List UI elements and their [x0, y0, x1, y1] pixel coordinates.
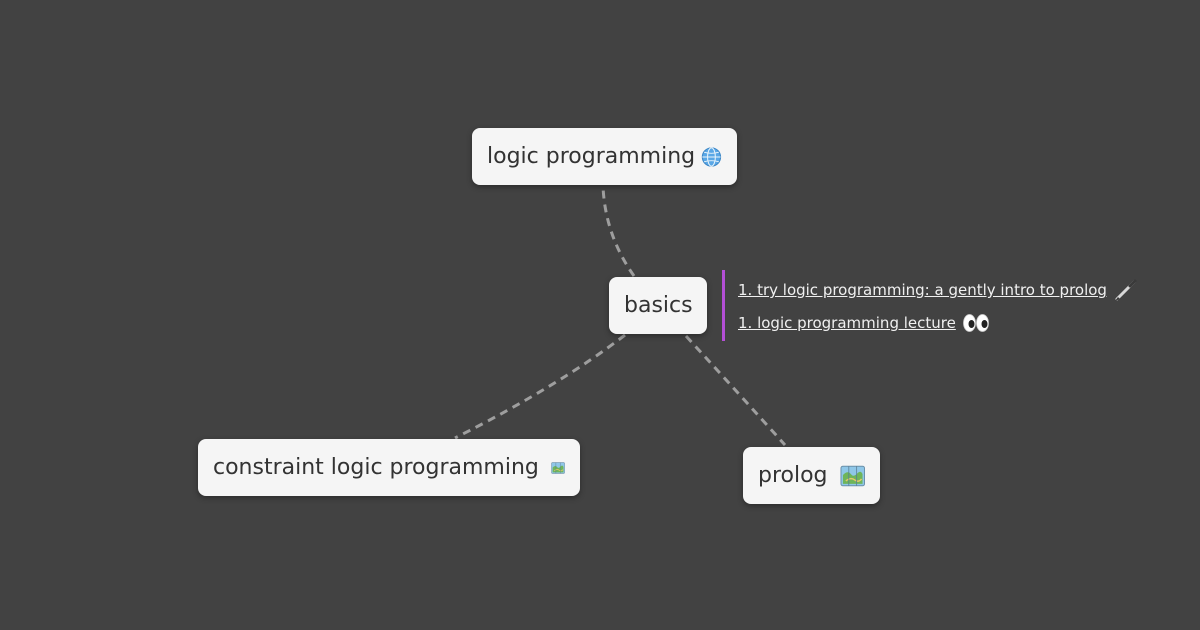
node-constraint-logic-programming[interactable]: constraint logic programming	[198, 439, 580, 496]
pen-icon	[1114, 279, 1137, 301]
connectors	[454, 185, 787, 447]
note-link[interactable]: 1. logic programming lecture	[738, 313, 990, 333]
connector-basics-to-constraint-logic-programming	[454, 333, 626, 440]
eyes-icon	[962, 314, 989, 332]
map-icon	[551, 461, 565, 474]
node-label: prolog	[758, 463, 828, 488]
node-label: logic programming	[487, 144, 696, 169]
globe-icon	[701, 146, 722, 167]
mindmap-canvas: logic programming basics constraint logi…	[0, 0, 1200, 630]
note-text: 1. try logic programming: a gently intro…	[738, 281, 1107, 299]
node-notes: 1. try logic programming: a gently intro…	[722, 270, 1137, 341]
note-text: 1. logic programming lecture	[738, 314, 956, 332]
note-link[interactable]: 1. try logic programming: a gently intro…	[738, 278, 1139, 302]
node-prolog[interactable]: prolog	[743, 447, 880, 504]
node-label: constraint logic programming	[213, 455, 539, 480]
node-label: basics	[624, 293, 693, 318]
connector-basics-to-prolog	[684, 334, 787, 447]
map-icon	[840, 465, 865, 486]
node-basics[interactable]: basics	[609, 277, 707, 334]
connector-basics-to-logic-programming	[601, 185, 636, 277]
node-logic-programming[interactable]: logic programming	[472, 128, 737, 185]
